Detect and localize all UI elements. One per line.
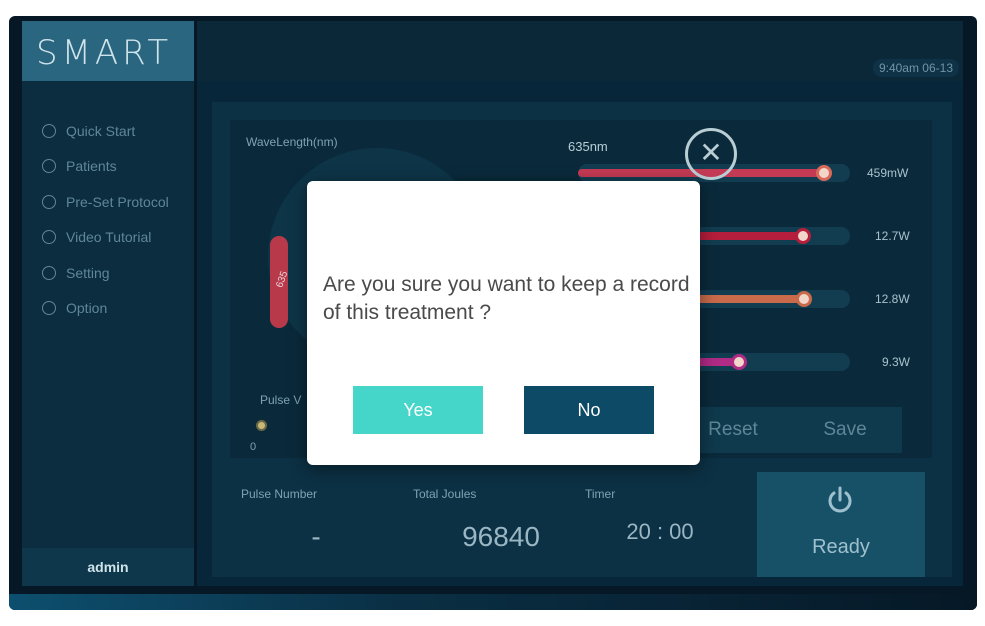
yes-button[interactable]: Yes bbox=[353, 386, 483, 434]
sidebar-nav: Quick Start Patients Pre-Set Protocol Vi… bbox=[22, 113, 194, 326]
slider-knob[interactable] bbox=[796, 291, 812, 307]
patients-icon bbox=[42, 159, 56, 174]
slider-value-3: 12.8W bbox=[875, 292, 910, 306]
sidebar-item-label: Quick Start bbox=[66, 122, 136, 139]
ready-button[interactable]: Ready bbox=[757, 472, 925, 577]
power-icon bbox=[828, 486, 852, 513]
close-icon[interactable]: ✕ bbox=[685, 128, 737, 180]
slider-knob[interactable] bbox=[731, 354, 747, 370]
slider-value-1: 459mW bbox=[867, 166, 909, 180]
pulse-number-value: - bbox=[311, 521, 321, 552]
sidebar-item-label: Option bbox=[66, 300, 108, 317]
sidebar-item-label: Setting bbox=[66, 264, 110, 281]
frame-base-stripe bbox=[9, 594, 977, 610]
sidebar-item-label: Video Tutorial bbox=[66, 229, 152, 246]
current-user[interactable]: admin bbox=[22, 548, 194, 586]
slider-value-2: 12.7W bbox=[875, 229, 910, 243]
pulse-label: Pulse V bbox=[260, 393, 302, 407]
sidebar-item-label: Patients bbox=[66, 158, 117, 175]
top-bar: 9:40am 06-13 bbox=[197, 21, 963, 81]
sidebar: SMART Quick Start Patients Pre-Set Proto… bbox=[22, 21, 194, 586]
quick-start-icon bbox=[42, 123, 56, 138]
sidebar-item-label: Pre-Set Protocol bbox=[66, 193, 169, 210]
total-joules-value: 96840 bbox=[462, 521, 540, 552]
layers-icon bbox=[42, 194, 56, 209]
sidebar-item-option[interactable]: Option bbox=[22, 291, 194, 327]
total-joules-label: Total Joules bbox=[413, 487, 477, 501]
total-joules-stat: Total Joules 96840 bbox=[402, 479, 574, 579]
sidebar-item-quick-start[interactable]: Quick Start bbox=[22, 113, 194, 149]
save-button[interactable]: Save bbox=[788, 407, 902, 453]
confirm-dialog: Are you sure you want to keep a record o… bbox=[307, 181, 700, 465]
wavelength-label: WaveLength(nm) bbox=[246, 135, 338, 149]
pulse-number-label: Pulse Number bbox=[241, 487, 318, 501]
wavelength-value-label: 635nm bbox=[568, 139, 608, 154]
sidebar-item-pre-set-protocol[interactable]: Pre-Set Protocol bbox=[22, 184, 194, 220]
logo-box: SMART bbox=[22, 21, 194, 81]
minus-circle-icon bbox=[42, 301, 56, 316]
slider-knob[interactable] bbox=[816, 165, 832, 181]
dialog-message: Are you sure you want to keep a record o… bbox=[323, 273, 690, 324]
sidebar-item-patients[interactable]: Patients bbox=[22, 149, 194, 185]
no-button[interactable]: No bbox=[524, 386, 654, 434]
ready-label: Ready bbox=[812, 536, 870, 558]
pulse-number-stat: Pulse Number - bbox=[230, 479, 402, 579]
timer-value: 20 : 00 bbox=[626, 519, 694, 544]
clock: 9:40am 06-13 bbox=[872, 59, 959, 77]
gear-icon bbox=[42, 265, 56, 280]
sidebar-item-setting[interactable]: Setting bbox=[22, 255, 194, 291]
pulse-min-value: 0 bbox=[250, 441, 257, 453]
slider-value-4: 9.3W bbox=[882, 355, 911, 369]
timer-label: Timer bbox=[585, 487, 616, 501]
sidebar-item-video-tutorial[interactable]: Video Tutorial bbox=[22, 220, 194, 256]
slider-knob[interactable] bbox=[795, 228, 811, 244]
timer-stat: Timer 20 : 00 bbox=[574, 479, 746, 579]
play-icon bbox=[42, 230, 56, 245]
pulse-slider-knob[interactable] bbox=[256, 420, 267, 431]
app-logo: SMART bbox=[36, 33, 173, 73]
